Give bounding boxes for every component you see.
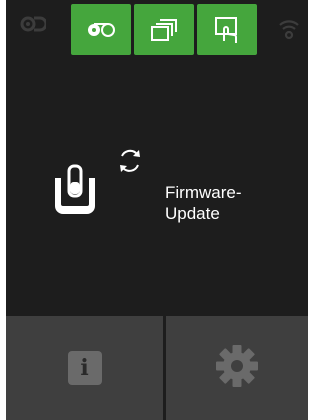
- tab-pages[interactable]: [134, 4, 194, 55]
- tab-tape[interactable]: [71, 4, 131, 55]
- gear-icon: [214, 343, 260, 394]
- settings-button[interactable]: [166, 316, 308, 420]
- info-button[interactable]: i: [6, 316, 166, 420]
- stacked-pages-icon: [150, 17, 178, 43]
- tab-touch[interactable]: [197, 4, 257, 55]
- tape-reel-icon: [84, 19, 118, 41]
- status-message: Firmware- Update: [165, 183, 242, 223]
- touch-screen-icon: [213, 15, 241, 45]
- bottom-bar: i: [6, 316, 308, 420]
- device-screen: Firmware- Update i: [6, 0, 308, 420]
- main-area: Firmware- Update: [6, 56, 308, 316]
- wifi-icon: [278, 16, 300, 45]
- refresh-icon: [116, 147, 144, 180]
- top-bar: [6, 0, 308, 56]
- tape-reel-status-icon: [20, 14, 48, 39]
- info-icon: i: [67, 351, 102, 385]
- vial-holder-icon: [53, 164, 97, 221]
